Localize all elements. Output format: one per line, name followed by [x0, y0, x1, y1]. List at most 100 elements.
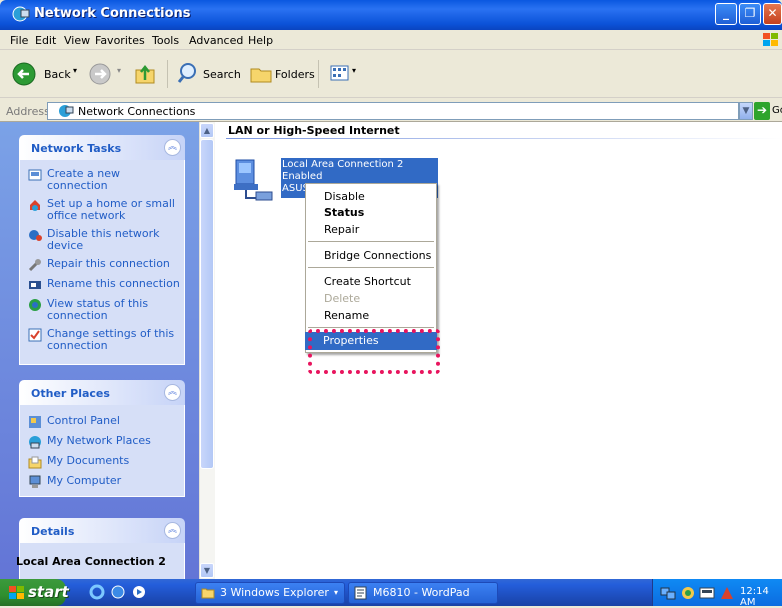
up-folder-button[interactable] — [133, 62, 157, 86]
search-icon — [177, 63, 196, 83]
place-control-panel[interactable]: Control Panel — [28, 415, 180, 429]
folders-button[interactable] — [249, 62, 273, 86]
window-title: Network Connections — [34, 6, 191, 21]
folders-label[interactable]: Folders — [275, 68, 315, 81]
wordpad-icon — [354, 586, 367, 600]
address-input[interactable]: Network Connections — [47, 102, 739, 120]
back-label[interactable]: Back — [44, 68, 71, 81]
menu-help[interactable]: Help — [248, 34, 273, 47]
tray-connection-icon[interactable] — [680, 585, 696, 601]
address-label: Address — [6, 105, 50, 118]
menu-file[interactable]: File — [10, 34, 28, 47]
home-network-icon — [28, 198, 42, 212]
menu-disable[interactable]: Disable — [324, 190, 365, 203]
menu-rename[interactable]: Rename — [324, 309, 369, 322]
views-button[interactable] — [329, 63, 351, 83]
settings-icon — [28, 328, 42, 342]
folder-icon — [201, 588, 215, 599]
other-places-title: Other Places — [31, 387, 110, 400]
network-places-icon — [28, 435, 42, 449]
tray-language-icon[interactable] — [719, 585, 735, 601]
menu-repair[interactable]: Repair — [324, 223, 359, 236]
back-button[interactable] — [12, 60, 40, 88]
annotation-highlight — [308, 329, 440, 374]
toolbar: Back ▾ ▾ Search Folders ▾ — [0, 50, 782, 98]
group-divider — [226, 138, 782, 139]
details-header[interactable]: Details ︽ — [19, 518, 185, 543]
other-places-panel: Control Panel My Network Places My Docum… — [19, 405, 185, 497]
connection-name: Local Area Connection 2 — [282, 159, 404, 170]
address-value: Network Connections — [78, 105, 196, 118]
scroll-down-icon[interactable]: ▼ — [200, 563, 214, 578]
outlook-express-icon[interactable] — [110, 584, 126, 600]
task-create-connection[interactable]: Create a new connection — [28, 168, 180, 192]
menu-advanced[interactable]: Advanced — [189, 34, 243, 47]
menu-view[interactable]: View — [64, 34, 90, 47]
menu-favorites[interactable]: Favorites — [95, 34, 145, 47]
menu-bar: File Edit View Favorites Tools Advanced … — [0, 30, 782, 50]
start-label[interactable]: start — [28, 583, 69, 601]
other-places-header[interactable]: Other Places ︽ — [19, 380, 185, 405]
forward-dropdown-icon[interactable]: ▾ — [117, 66, 121, 75]
ie-icon[interactable] — [89, 584, 105, 600]
network-connections-icon — [12, 5, 30, 23]
task-rename-connection[interactable]: Rename this connection — [28, 278, 180, 290]
menu-bridge-connections[interactable]: Bridge Connections — [324, 249, 431, 262]
task-disable-device[interactable]: Disable this network device — [28, 228, 180, 252]
toolbar-separator — [167, 60, 168, 88]
taskbar-explorer-group[interactable]: 3 Windows Explorer ▾ — [195, 582, 345, 604]
menu-separator — [308, 267, 434, 268]
clock: 12:14 AM — [740, 586, 769, 608]
go-button[interactable]: Go — [772, 105, 782, 116]
place-network-places[interactable]: My Network Places — [28, 435, 180, 449]
toolbar-separator — [318, 60, 319, 88]
search-label[interactable]: Search — [203, 68, 241, 81]
go-arrow-icon[interactable]: ➔ — [754, 102, 770, 120]
task-view-status[interactable]: View status of this connection — [28, 298, 180, 322]
group-header: LAN or High-Speed Internet — [228, 124, 400, 137]
tray-keyboard-icon[interactable] — [699, 587, 715, 599]
task-pane: Network Tasks ︽ Create a new connection … — [0, 122, 199, 579]
address-dropdown-icon[interactable]: ▼ — [739, 102, 753, 120]
menu-status[interactable]: Status — [324, 206, 364, 219]
folders-icon — [250, 68, 272, 83]
menu-delete: Delete — [324, 292, 361, 305]
search-button[interactable] — [176, 61, 200, 85]
task-change-settings[interactable]: Change settings of this connection — [28, 328, 180, 352]
lan-connection-icon[interactable] — [232, 158, 276, 202]
back-dropdown-icon[interactable]: ▾ — [73, 66, 77, 75]
scroll-up-icon[interactable]: ▲ — [200, 123, 214, 138]
collapse-chevron-icon[interactable]: ︽ — [164, 522, 181, 539]
maximize-button[interactable]: ❐ — [739, 3, 761, 25]
details-connection-name: Local Area Connection 2 — [16, 555, 166, 568]
network-tasks-panel: Create a new connection Set up a home or… — [19, 160, 185, 365]
control-panel-icon — [28, 415, 42, 429]
forward-button[interactable] — [88, 62, 112, 86]
tray-network-icon[interactable] — [660, 585, 676, 601]
windows-logo-icon — [9, 586, 24, 599]
place-my-computer[interactable]: My Computer — [28, 475, 180, 489]
collapse-chevron-icon[interactable]: ︽ — [164, 139, 181, 156]
details-panel: Local Area Connection 2 — [16, 543, 185, 579]
menu-edit[interactable]: Edit — [35, 34, 56, 47]
scroll-thumb[interactable] — [200, 139, 214, 469]
task-repair-connection[interactable]: Repair this connection — [28, 258, 180, 272]
network-connections-icon — [58, 104, 74, 118]
menu-create-shortcut[interactable]: Create Shortcut — [324, 275, 411, 288]
computer-icon — [28, 475, 42, 489]
views-icon — [330, 65, 349, 81]
minimize-button[interactable]: _ — [715, 3, 737, 25]
collapse-chevron-icon[interactable]: ︽ — [164, 384, 181, 401]
menu-tools[interactable]: Tools — [152, 34, 179, 47]
network-tasks-header[interactable]: Network Tasks ︽ — [19, 135, 185, 160]
task-home-network[interactable]: Set up a home or small office network — [28, 198, 180, 222]
forward-arrow-icon — [89, 63, 111, 85]
media-player-icon[interactable] — [131, 584, 147, 600]
views-dropdown-icon[interactable]: ▾ — [352, 66, 356, 75]
taskbar-wordpad[interactable]: M6810 - WordPad — [348, 582, 498, 604]
place-my-documents[interactable]: My Documents — [28, 455, 180, 469]
connection-status: Enabled — [282, 171, 323, 182]
taskbar-wordpad-label: M6810 - WordPad — [373, 586, 470, 599]
close-button[interactable]: ✕ — [763, 3, 782, 25]
repair-icon — [28, 258, 42, 272]
